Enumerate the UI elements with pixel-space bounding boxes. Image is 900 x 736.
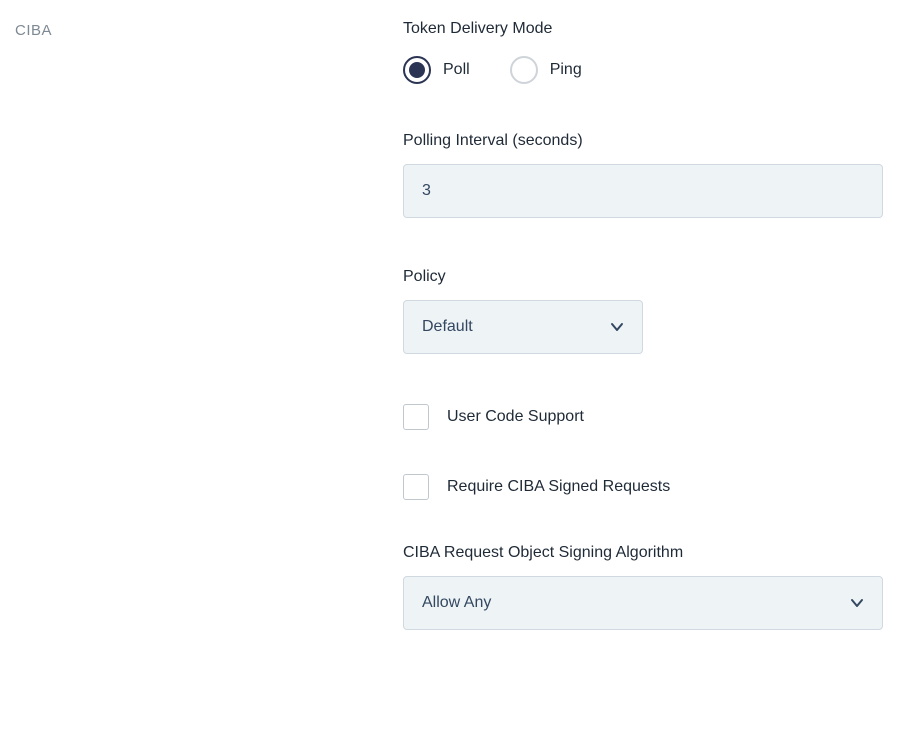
checkbox-icon [403, 474, 429, 500]
section-label: CIBA [15, 20, 403, 39]
polling-interval-input[interactable] [403, 164, 883, 218]
radio-poll[interactable]: Poll [403, 56, 470, 84]
policy-label: Policy [403, 268, 883, 286]
form-area: Token Delivery Mode Poll Ping Polling In… [403, 20, 883, 630]
require-signed-requests-label: Require CIBA Signed Requests [447, 478, 670, 496]
signing-algorithm-select[interactable]: Allow Any [403, 576, 883, 630]
token-delivery-mode-group: Poll Ping [403, 56, 883, 84]
user-code-support-label: User Code Support [447, 408, 584, 426]
radio-ping-label: Ping [550, 61, 582, 79]
require-signed-requests-checkbox[interactable]: Require CIBA Signed Requests [403, 474, 883, 500]
signing-algorithm-selected-value: Allow Any [422, 594, 491, 612]
policy-select[interactable]: Default [403, 300, 643, 354]
radio-icon [403, 56, 431, 84]
checkbox-icon [403, 404, 429, 430]
polling-interval-label: Polling Interval (seconds) [403, 132, 883, 150]
chevron-down-icon [610, 320, 624, 334]
token-delivery-mode-label: Token Delivery Mode [403, 20, 883, 38]
policy-selected-value: Default [422, 318, 473, 336]
user-code-support-checkbox[interactable]: User Code Support [403, 404, 883, 430]
radio-ping[interactable]: Ping [510, 56, 582, 84]
radio-icon [510, 56, 538, 84]
radio-poll-label: Poll [443, 61, 470, 79]
signing-algorithm-label: CIBA Request Object Signing Algorithm [403, 544, 883, 562]
chevron-down-icon [850, 596, 864, 610]
